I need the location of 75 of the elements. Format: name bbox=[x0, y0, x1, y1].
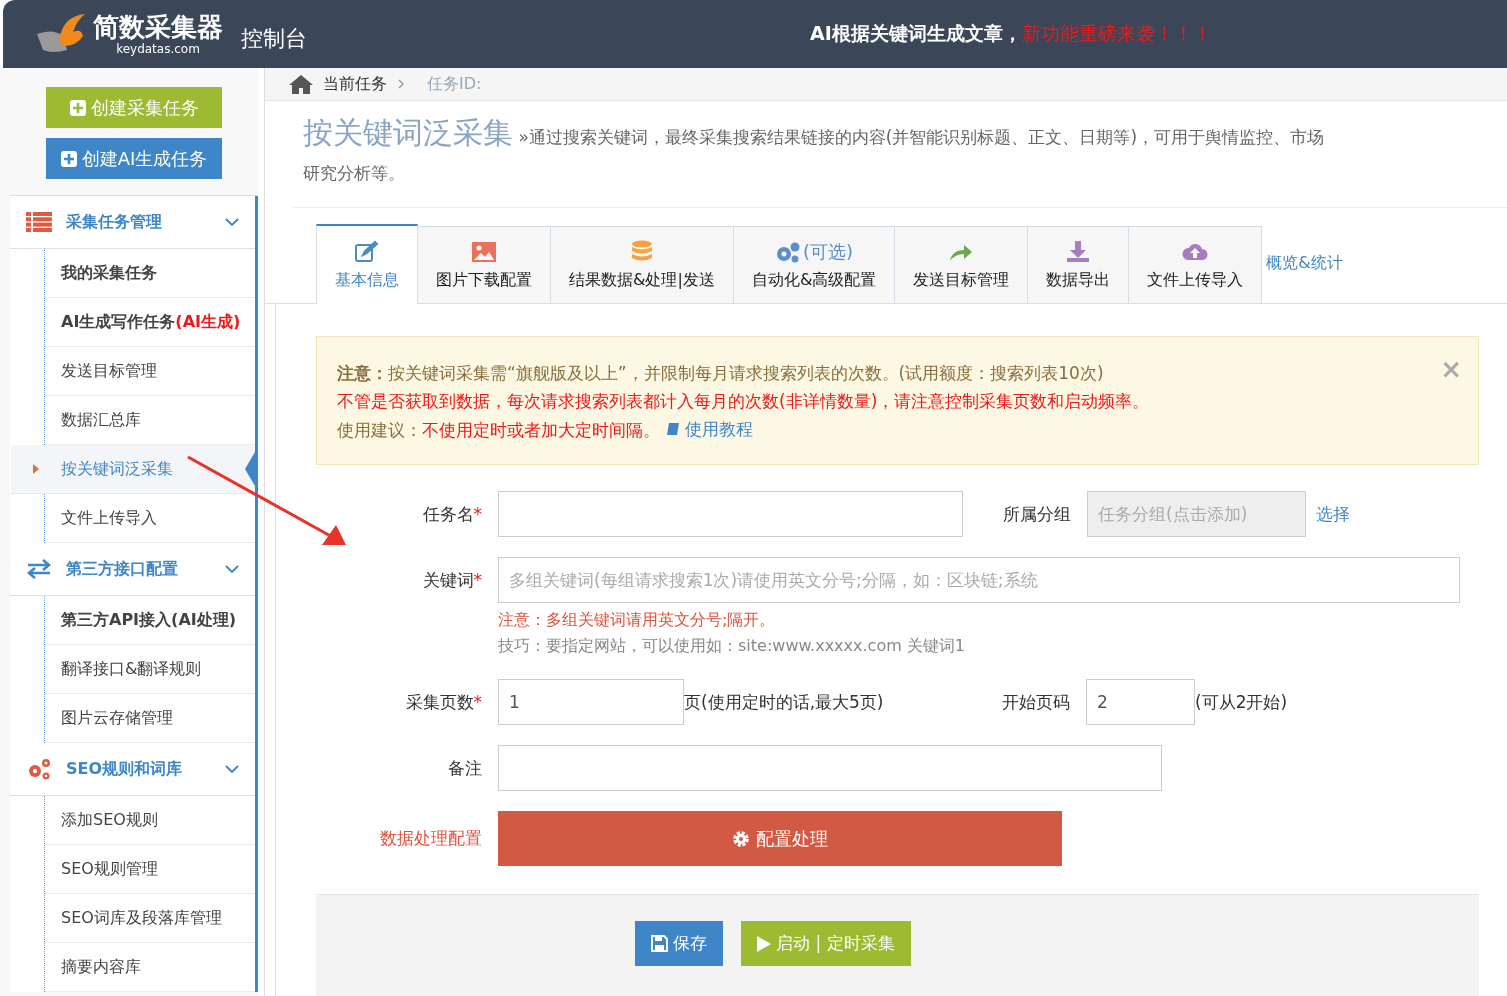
menu-item[interactable]: 第三方API接入(AI处理) bbox=[61, 609, 237, 631]
menu-item[interactable]: 文件上传导入 bbox=[61, 507, 157, 529]
gears-icon bbox=[26, 757, 52, 781]
field-label: 开始页码 bbox=[1002, 690, 1070, 714]
image-icon bbox=[471, 239, 497, 264]
field-label: 关键词* bbox=[421, 569, 483, 592]
overview-link[interactable]: 概览&统计 bbox=[1266, 253, 1343, 274]
pages-field[interactable]: 1 bbox=[498, 679, 684, 725]
announcement-highlight: 新功能重磅来袭！！！ bbox=[1021, 22, 1212, 44]
field-suffix: (可从2开始) bbox=[1195, 690, 1288, 714]
menu-item[interactable]: SEO词库及段落库管理 bbox=[61, 907, 222, 929]
home-icon bbox=[289, 74, 313, 94]
page-description: 按关键词泛采集 »通过搜索关键词，最终采集搜索结果链接的内容(并智能识别标题、正文、日期等)，可用于舆情监控、市场研究分析等。 bbox=[303, 115, 1326, 185]
save-icon bbox=[651, 935, 668, 952]
menu-item[interactable]: 摘要内容库 bbox=[61, 956, 141, 978]
field-label: 采集页数* bbox=[404, 690, 483, 714]
notice-text: 不管是否获取到数据，每次请求搜索列表都计入每月的次数(非详情数量)，请注意控制采集页数和启动频率。 bbox=[337, 390, 1150, 413]
field-label: 任务名* bbox=[421, 502, 483, 526]
remark-field[interactable] bbox=[498, 745, 1162, 791]
field-label: 数据处理配置 bbox=[379, 827, 483, 850]
announcement: AI根据关键词生成文章， bbox=[810, 22, 1022, 44]
tab[interactable]: 图片下载配置 bbox=[417, 226, 551, 303]
configure-processing-button[interactable]: 配置处理 bbox=[498, 811, 1062, 866]
gear-icon bbox=[732, 829, 750, 848]
group-field[interactable]: 任务分组(点击添加) bbox=[1087, 491, 1306, 537]
field-label: 备注 bbox=[447, 756, 483, 780]
menu-item[interactable]: 图片云存储管理 bbox=[61, 707, 173, 729]
caret-icon bbox=[33, 464, 39, 474]
field-label: 所属分组 bbox=[1003, 502, 1071, 526]
menu-section-header[interactable]: SEO规则和词库 bbox=[10, 743, 255, 796]
keywords-warning: 注意：多组关键词请用英文分号;隔开。 bbox=[498, 609, 777, 631]
tab[interactable]: 数据导出 bbox=[1027, 226, 1130, 303]
keywords-field[interactable]: 多组关键词(每组请求搜索1次)请使用英文分号;分隔，如：区块链;系统 bbox=[498, 557, 1460, 603]
notice-text: 使用建议： bbox=[337, 420, 422, 440]
active-pointer-icon bbox=[245, 452, 255, 486]
notice-warning: 不使用定时或者加大定时间隔。 bbox=[422, 420, 660, 440]
menu-item[interactable]: 我的采集任务 bbox=[61, 262, 157, 284]
menu-item[interactable]: 翻译接口&翻译规则 bbox=[61, 658, 202, 680]
field-suffix: 页(使用定时的话,最大5页) bbox=[684, 690, 885, 714]
list-icon bbox=[26, 212, 52, 232]
plus-icon bbox=[60, 150, 77, 167]
plus-icon bbox=[69, 99, 86, 116]
keywords-tip: 技巧：要指定网站，可以使用如：site:www.xxxxx.com 关键词1 bbox=[498, 635, 967, 657]
logo-domain: keydatas.com bbox=[116, 42, 200, 56]
menu-item[interactable]: 添加SEO规则 bbox=[61, 809, 158, 831]
chevron-icon bbox=[397, 78, 405, 90]
chevron-icon bbox=[225, 564, 239, 574]
menu-item[interactable]: SEO规则管理 bbox=[61, 858, 158, 880]
download-icon bbox=[1065, 239, 1092, 264]
menu-item[interactable]: AI生成写作任务(AI生成) bbox=[61, 311, 241, 333]
play-icon bbox=[757, 935, 771, 952]
tutorial-link[interactable]: 使用教程 bbox=[666, 415, 753, 443]
tab[interactable]: 文件上传导入 bbox=[1128, 226, 1263, 303]
save-button[interactable]: 保存 bbox=[635, 921, 723, 966]
start-page-field[interactable]: 2 bbox=[1086, 679, 1195, 725]
exchange-icon bbox=[26, 559, 52, 579]
chevron-icon bbox=[225, 764, 239, 774]
edit-icon bbox=[354, 239, 380, 264]
notice-text: 注意：按关键词采集需“旗舰版及以上”，并限制每月请求搜索列表的次数。(试用额度：搜索列表10次) bbox=[337, 362, 1104, 385]
chevron-icon bbox=[225, 217, 239, 227]
logo-name: 简数采集器 bbox=[93, 12, 223, 42]
breadcrumb-item[interactable]: 当前任务 bbox=[323, 73, 387, 95]
breadcrumb-item: 任务ID: bbox=[427, 73, 482, 95]
tab[interactable]: 发送目标管理 bbox=[894, 226, 1029, 303]
select-link[interactable]: 选择 bbox=[1316, 502, 1350, 526]
menu-item[interactable]: 数据汇总库 bbox=[61, 409, 141, 431]
task-name-field[interactable] bbox=[498, 491, 963, 537]
console-title: 控制台 bbox=[241, 25, 307, 53]
create-task-button[interactable]: 创建AI生成任务 bbox=[46, 138, 222, 179]
tab[interactable]: 基本信息 bbox=[316, 224, 418, 304]
tab[interactable]: (可选) 自动化&高级配置 bbox=[732, 226, 896, 303]
tab[interactable]: 结果数据&处理|发送 bbox=[550, 226, 734, 303]
menu-section-header[interactable]: 第三方接口配置 bbox=[10, 543, 255, 596]
menu-item[interactable]: 发送目标管理 bbox=[61, 360, 157, 382]
menu-section-header[interactable]: 采集任务管理 bbox=[10, 196, 255, 249]
